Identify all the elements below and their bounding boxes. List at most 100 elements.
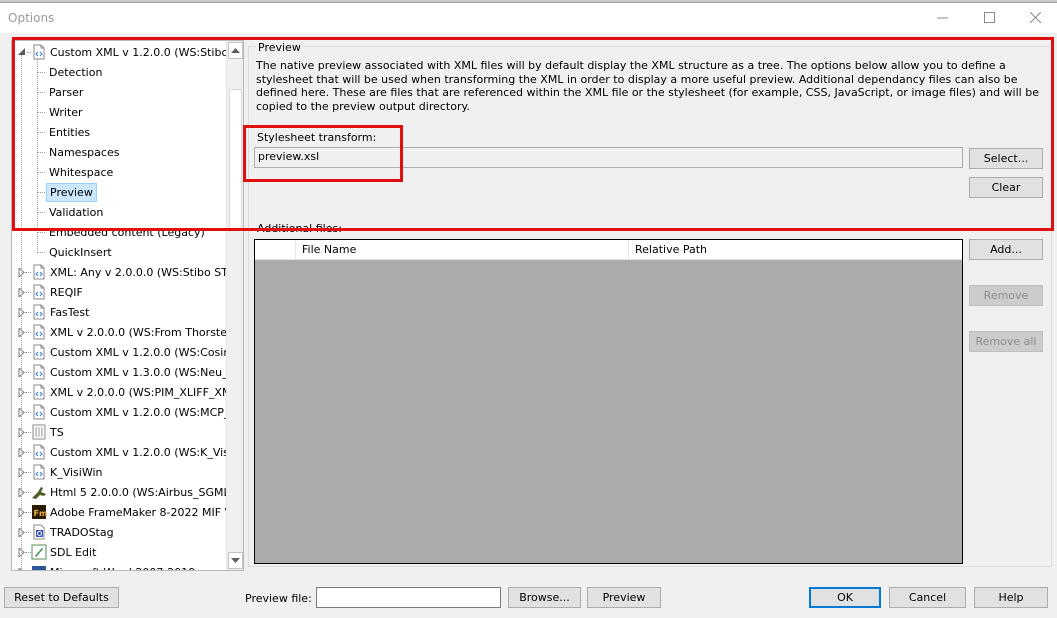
tree-item-entities[interactable]: Entities bbox=[12, 122, 227, 142]
tree-item-label: QuickInsert bbox=[49, 246, 112, 259]
tree-item-file-type[interactable]: Custom XML v 1.2.0.0 (WS:K_VisiWi bbox=[12, 442, 243, 462]
tree-item-label: SDL Edit bbox=[50, 546, 97, 559]
clear-stylesheet-button[interactable]: Clear bbox=[969, 177, 1043, 198]
xml-file-icon bbox=[31, 464, 47, 480]
cancel-button[interactable]: Cancel bbox=[889, 587, 966, 608]
remove-file-button[interactable]: Remove bbox=[969, 285, 1043, 306]
tree-connector bbox=[37, 192, 45, 193]
tree-item-file-type[interactable]: FasTest bbox=[12, 302, 227, 322]
tree-connector bbox=[37, 212, 45, 213]
tree-item-label: FasTest bbox=[50, 306, 90, 319]
tree-item-file-type[interactable]: Html 5 2.0.0.0 (WS:Airbus_SGML_Ti bbox=[12, 482, 243, 502]
window-title: Options bbox=[8, 11, 55, 25]
column-header-select[interactable] bbox=[255, 240, 296, 260]
tree-item-label: Custom XML v 1.3.0.0 (WS:Neu_Co bbox=[50, 366, 243, 379]
remove-all-files-button[interactable]: Remove all bbox=[969, 331, 1043, 352]
minimize-icon bbox=[936, 12, 948, 23]
tree-item-whitespace[interactable]: Whitespace bbox=[12, 162, 227, 182]
maximize-icon bbox=[983, 11, 995, 23]
stylesheet-transform-field[interactable]: preview.xsl bbox=[254, 147, 963, 168]
tree-item-label: XML v 2.0.0.0 (WS:PIM_XLIFF_XML2 bbox=[50, 386, 244, 399]
tree-connector bbox=[37, 72, 45, 73]
tree-item-label: Writer bbox=[49, 106, 83, 119]
tree-item-quickinsert[interactable]: QuickInsert bbox=[12, 242, 227, 262]
svg-text:Fm: Fm bbox=[34, 509, 48, 518]
tree-item-validation[interactable]: Validation bbox=[12, 202, 227, 222]
xml-file-icon bbox=[31, 444, 47, 460]
preview-file-label: Preview file: bbox=[245, 592, 312, 605]
tree-connector bbox=[37, 152, 45, 153]
tree-item-namespaces[interactable]: Namespaces bbox=[12, 142, 227, 162]
tree-item-detection[interactable]: Detection bbox=[12, 62, 227, 82]
xml-file-icon bbox=[31, 364, 47, 380]
help-button[interactable]: Help bbox=[974, 587, 1048, 608]
maximize-button[interactable] bbox=[966, 3, 1012, 31]
tree-item-writer[interactable]: Writer bbox=[12, 102, 227, 122]
tree-item-file-type[interactable]: XML v 2.0.0.0 (WS:From Thorsten) bbox=[12, 322, 238, 342]
minimize-button[interactable] bbox=[919, 3, 965, 31]
tradostag-icon bbox=[31, 524, 47, 540]
tree-item-label: Whitespace bbox=[49, 166, 114, 179]
tree-item-label: Entities bbox=[49, 126, 91, 139]
table-header: File Name Relative Path bbox=[255, 240, 962, 260]
preview-file-input[interactable] bbox=[316, 587, 501, 608]
select-stylesheet-button[interactable]: Select... bbox=[969, 148, 1043, 169]
tree-item-file-type[interactable]: XML v 2.0.0.0 (WS:PIM_XLIFF_XML2 bbox=[12, 382, 243, 402]
browse-button[interactable]: Browse... bbox=[508, 587, 581, 608]
close-button[interactable] bbox=[1012, 3, 1057, 31]
scroll-up-button[interactable] bbox=[228, 42, 243, 59]
scroll-down-button[interactable] bbox=[228, 552, 243, 569]
tree-item-label: Custom XML v 1.2.0.0 (WS:Stibo ST bbox=[50, 46, 244, 59]
xml-file-icon bbox=[31, 344, 47, 360]
tree-connector bbox=[37, 232, 45, 233]
tree-item-embedded-content-legacy[interactable]: Embedded content (Legacy) bbox=[12, 222, 227, 242]
tree-item-label: Adobe FrameMaker 8-2022 MIF V2 bbox=[50, 506, 240, 519]
additional-files-table[interactable]: File Name Relative Path bbox=[254, 239, 963, 564]
tree-connector bbox=[37, 252, 45, 253]
xml-file-icon bbox=[31, 384, 47, 400]
ok-button[interactable]: OK bbox=[809, 587, 881, 608]
tree-item-label: XML v 2.0.0.0 (WS:From Thorsten) bbox=[50, 326, 239, 339]
tree-item-file-type[interactable]: Microsoft Word 2007-2019 bbox=[12, 562, 227, 570]
tree-item-file-type[interactable]: Custom XML v 1.3.0.0 (WS:Neu_Co bbox=[12, 362, 242, 382]
xml-file-icon bbox=[31, 284, 47, 300]
tree-item-file-type[interactable]: REQIF bbox=[12, 282, 227, 302]
tree-item-file-type[interactable]: XML: Any v 2.0.0.0 (WS:Stibo STEP f bbox=[12, 262, 243, 282]
tree-item-label: Microsoft Word 2007-2019 bbox=[47, 564, 198, 570]
tree-item-file-type[interactable]: TRADOStag bbox=[12, 522, 227, 542]
reset-to-defaults-button[interactable]: Reset to Defaults bbox=[4, 587, 119, 608]
tree-item-file-type[interactable]: Custom XML v 1.2.0.0 (WS:MCP_Sc bbox=[12, 402, 242, 422]
preview-button[interactable]: Preview bbox=[587, 587, 661, 608]
tree-item-file-type[interactable]: K_VisiWin bbox=[12, 462, 227, 482]
stylesheet-transform-label: Stylesheet transform: bbox=[257, 131, 377, 144]
preview-section-title: Preview bbox=[256, 41, 303, 54]
word-icon bbox=[31, 564, 47, 570]
tree-connector bbox=[21, 55, 22, 570]
scroll-thumb[interactable] bbox=[229, 89, 242, 231]
tree-item-root[interactable]: Custom XML v 1.2.0.0 (WS:Stibo ST bbox=[12, 42, 243, 62]
column-header-file-name[interactable]: File Name bbox=[296, 240, 629, 260]
file-type-tree[interactable]: Custom XML v 1.2.0.0 (WS:Stibo ST Detecti… bbox=[11, 40, 244, 571]
close-icon bbox=[1029, 11, 1041, 23]
tree-item-label: Custom XML v 1.2.0.0 (WS:MCP_Sc bbox=[50, 406, 243, 419]
title-bar: Options bbox=[0, 3, 1057, 33]
tree-connector bbox=[37, 112, 45, 113]
add-file-button[interactable]: Add... bbox=[969, 239, 1043, 260]
tree-item-label: TS bbox=[50, 426, 64, 439]
xml-file-icon bbox=[31, 304, 47, 320]
tree-item-file-type[interactable]: TS bbox=[12, 422, 227, 442]
tree-connector bbox=[37, 172, 45, 173]
tree-item-label: Validation bbox=[49, 206, 104, 219]
tree-item-label: Custom XML v 1.2.0.0 (WS:K_VisiWi bbox=[50, 446, 244, 459]
tree-vertical-scrollbar[interactable] bbox=[226, 41, 243, 570]
tree-item-file-type[interactable]: SDL Edit bbox=[12, 542, 227, 562]
tree-item-file-type[interactable]: Custom XML v 1.2.0.0 (WS:Cosima_ bbox=[12, 342, 243, 362]
tree-item-label: Embedded content (Legacy) bbox=[49, 226, 205, 239]
tree-item-file-type[interactable]: Fm Adobe FrameMaker 8-2022 MIF V2 bbox=[12, 502, 239, 522]
stylesheet-transform-value: preview.xsl bbox=[258, 150, 320, 163]
column-header-relative-path[interactable]: Relative Path bbox=[629, 240, 962, 260]
tree-item-preview[interactable]: Preview bbox=[12, 182, 227, 202]
collapse-arrow-icon[interactable] bbox=[17, 46, 26, 55]
tree-item-label: Parser bbox=[49, 86, 84, 99]
tree-item-parser[interactable]: Parser bbox=[12, 82, 227, 102]
